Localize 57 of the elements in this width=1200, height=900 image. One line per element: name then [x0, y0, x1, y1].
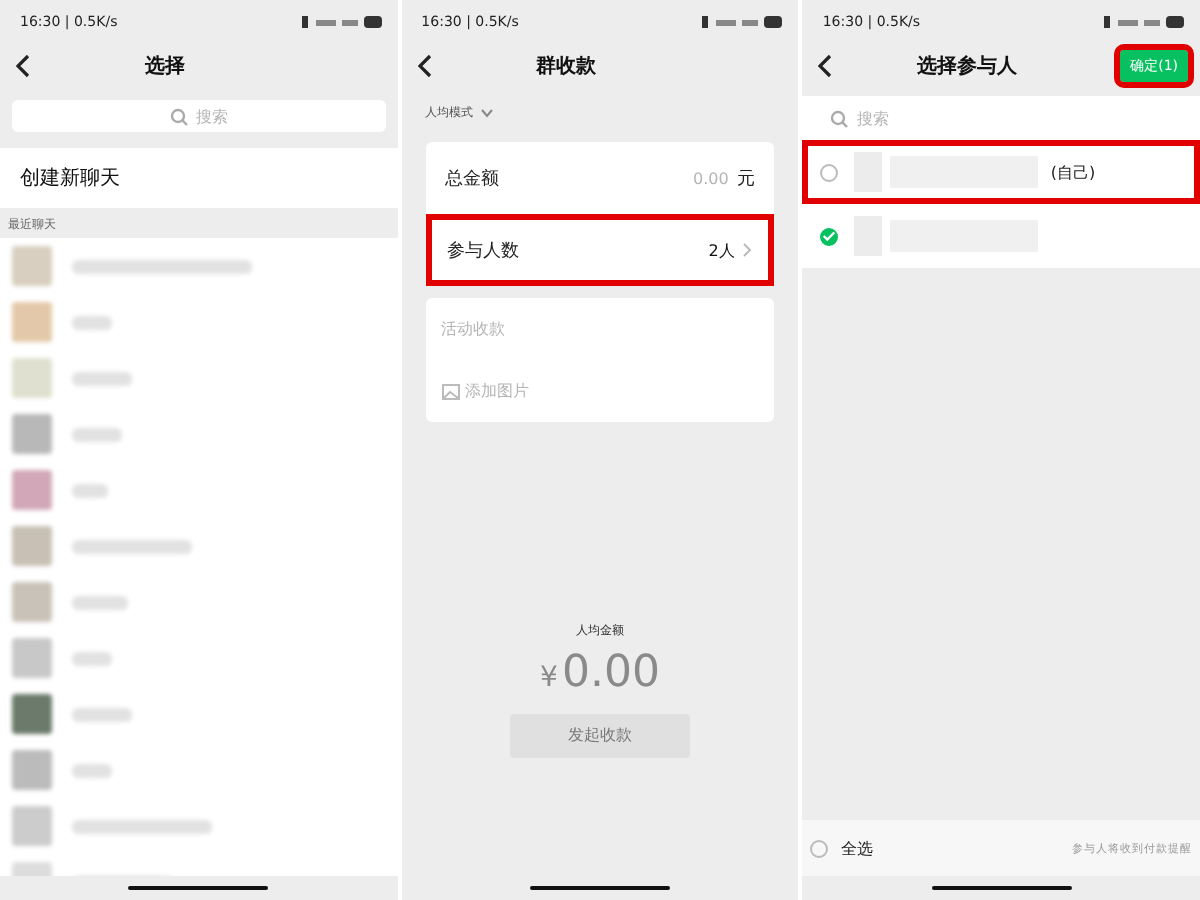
- chevron-right-icon: [742, 242, 753, 258]
- blurred-avatar: [12, 582, 52, 622]
- blurred-name: [72, 707, 132, 721]
- blurred-name: [72, 483, 108, 497]
- blurred-avatar: [12, 414, 52, 454]
- per-person-amount: 0.00: [561, 647, 660, 697]
- unit-label: 元: [736, 167, 755, 191]
- radio-circle[interactable]: [810, 839, 829, 857]
- highlighted-row[interactable]: (自己): [802, 140, 1200, 204]
- highlighted-row[interactable]: 参与人数 2人: [425, 214, 775, 286]
- blurred-avatar: [12, 302, 52, 342]
- search-placeholder: 搜索: [856, 107, 889, 129]
- image-icon: [441, 383, 460, 399]
- search-icon: [830, 109, 849, 127]
- status-icons: [301, 14, 382, 30]
- blurred-name: [72, 315, 112, 329]
- blurred-name: [72, 427, 122, 441]
- select-all-label[interactable]: 全选: [840, 837, 873, 859]
- blurred-avatar: [12, 358, 52, 398]
- field-label: 参与人数: [447, 239, 522, 263]
- home-indicator: [128, 886, 269, 890]
- blurred-name: [72, 371, 132, 385]
- blurred-avatar: [12, 750, 52, 790]
- status-icons: [702, 14, 783, 30]
- back-icon: [16, 54, 32, 78]
- field-label: 总金额: [445, 167, 502, 191]
- blurred-avatar: [12, 246, 52, 286]
- blurred-avatar: [12, 526, 52, 566]
- home-indicator: [931, 886, 1072, 890]
- form-row[interactable]: 总金额 0.00 元: [425, 142, 775, 214]
- page-title: 选择参与人: [915, 53, 1020, 80]
- blurred-name: [72, 539, 192, 553]
- home-indicator: [530, 886, 670, 890]
- field-value: 0.00: [693, 169, 729, 187]
- search-placeholder: 搜索: [195, 105, 228, 127]
- blurred-name: [72, 763, 112, 777]
- self-label: (自己): [1050, 161, 1096, 183]
- blurred-name: [72, 819, 212, 833]
- new-chat-item[interactable]: 创建新聊天: [0, 148, 398, 208]
- page-title: 群收款: [534, 53, 598, 80]
- check-icon: [822, 230, 837, 242]
- back-icon: [818, 54, 835, 78]
- blurred-avatar: [12, 694, 52, 734]
- back-icon: [417, 54, 434, 78]
- search-icon: [169, 107, 188, 125]
- field-value: 2人: [708, 239, 735, 261]
- blurred-avatar: [12, 470, 52, 510]
- blurred-avatar: [12, 806, 52, 846]
- blurred-name: [72, 651, 112, 665]
- checked-circle[interactable]: [820, 227, 839, 245]
- currency-sign: ¥: [540, 661, 558, 693]
- blurred-avatar: [12, 638, 52, 678]
- status-icons: [1104, 14, 1185, 30]
- radio-circle[interactable]: [820, 163, 839, 181]
- blurred-name: [72, 595, 128, 609]
- page-title: 选择: [142, 53, 187, 80]
- chevron-down-icon: [479, 108, 494, 118]
